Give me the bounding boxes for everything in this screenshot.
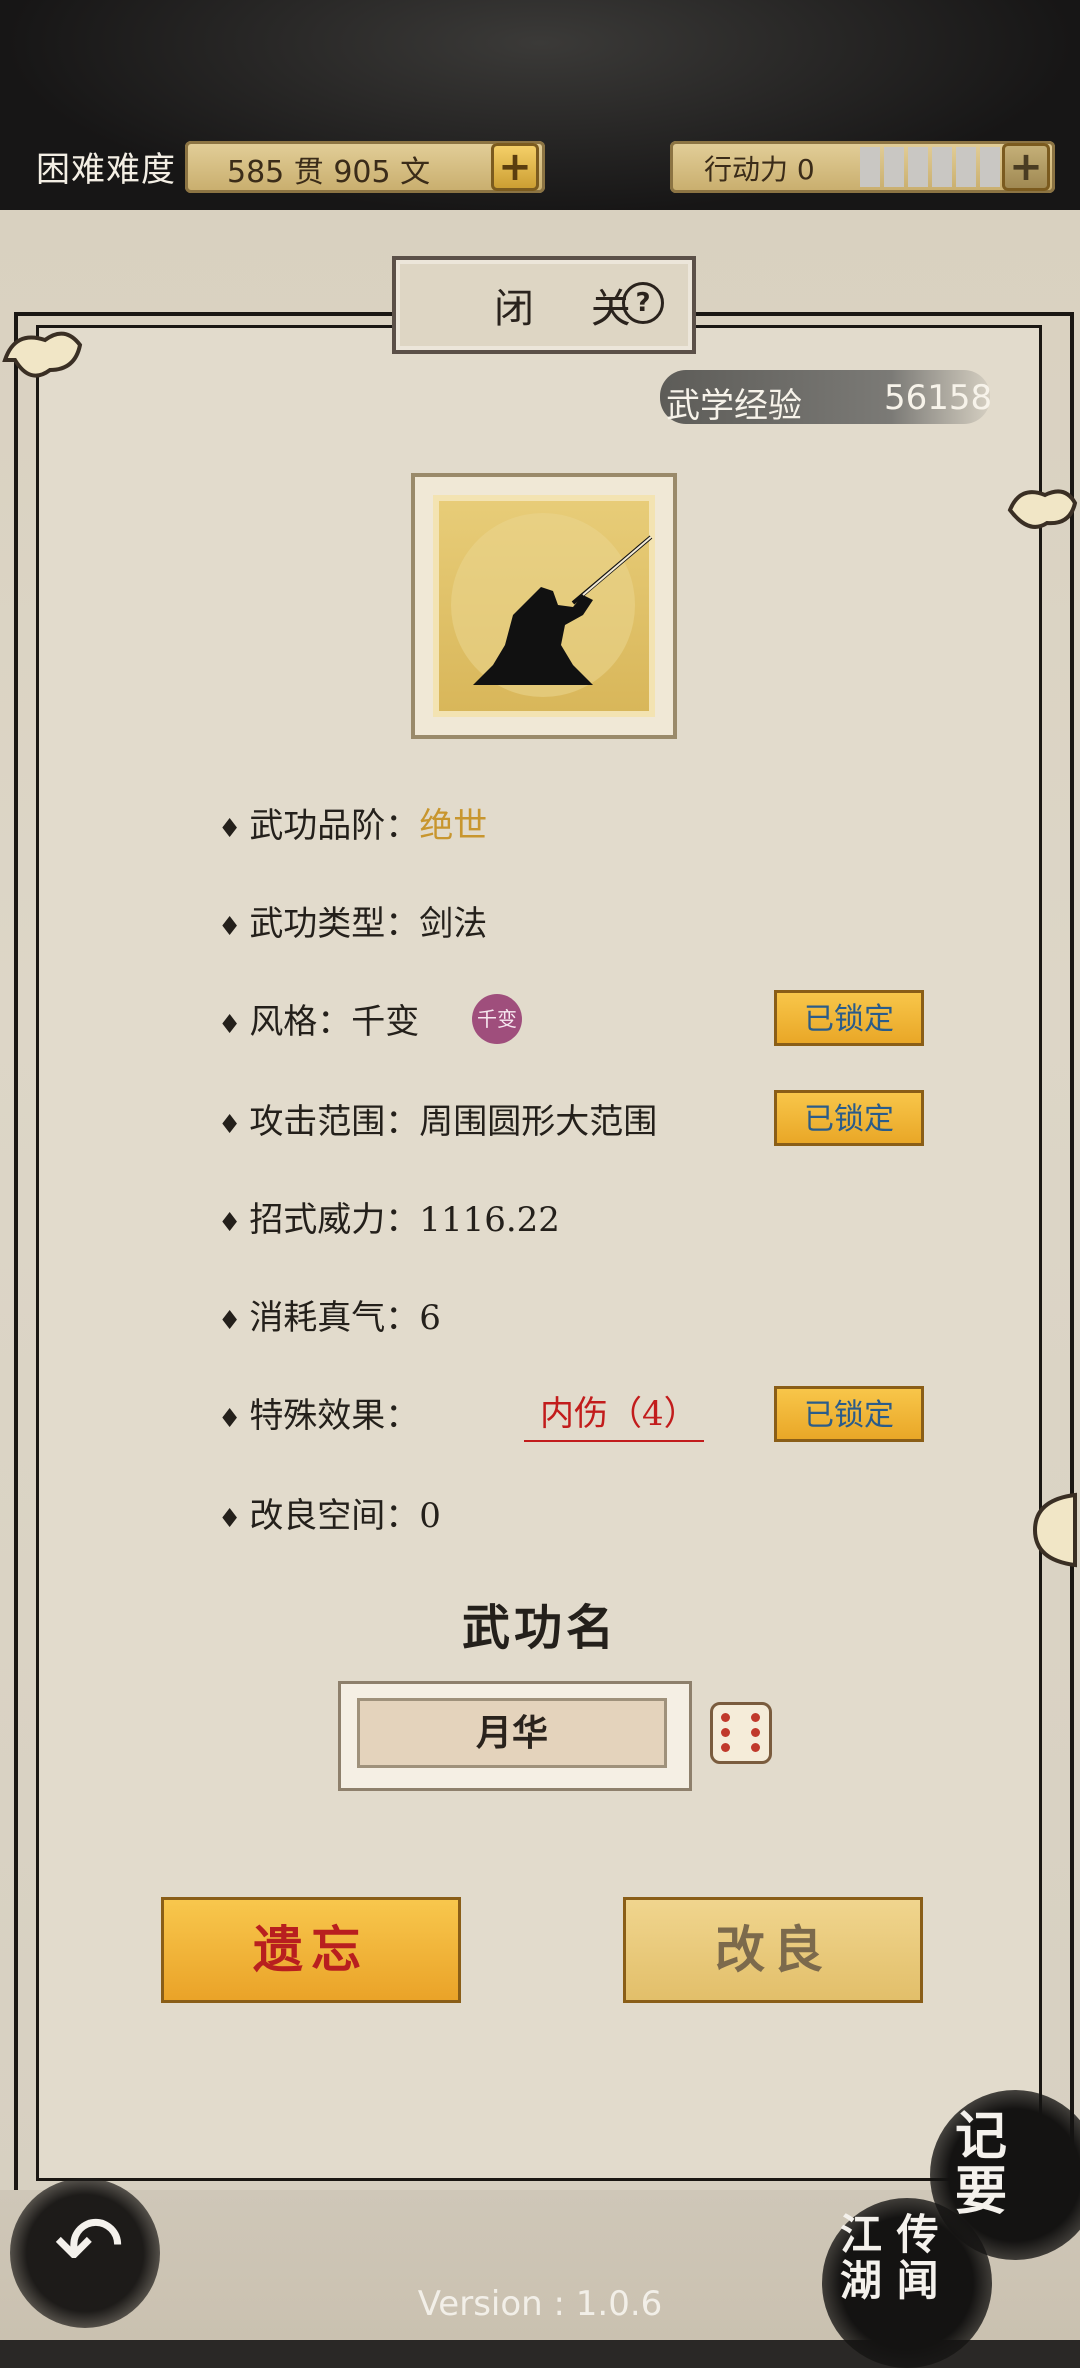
version-label: Version : 1.0.6 bbox=[417, 2284, 663, 2324]
stat-style-label: 风格：千变 bbox=[249, 1002, 420, 1042]
style-locked-button[interactable]: 已锁定 bbox=[774, 990, 924, 1046]
action-points-label: 行动力 0 bbox=[704, 153, 815, 186]
stat-power: ♦ 招式威力：1116.22 bbox=[218, 1192, 560, 1241]
action-point-segment bbox=[860, 147, 880, 187]
difficulty-label: 困难难度 bbox=[36, 150, 176, 190]
diamond-icon: ♦ bbox=[218, 912, 242, 942]
cloud-ornament-icon bbox=[1007, 489, 1078, 529]
page-title-tab: 闭 关 ? bbox=[392, 256, 696, 354]
stat-cost: ♦ 消耗真气：6 bbox=[218, 1290, 441, 1339]
skill-portrait bbox=[433, 495, 655, 717]
stat-improve-space: ♦ 改良空间：0 bbox=[218, 1488, 441, 1537]
skill-name-input[interactable]: 月华 bbox=[357, 1698, 667, 1768]
stat-type-label: 武功类型：剑法 bbox=[249, 904, 488, 944]
cloud-ornament-icon bbox=[1032, 1492, 1077, 1568]
action-points-display: 行动力 0 + bbox=[670, 141, 1055, 193]
stat-special-label: 特殊效果： bbox=[249, 1396, 420, 1436]
stat-type: ♦ 武功类型：剑法 bbox=[218, 896, 487, 945]
skill-portrait-frame bbox=[411, 473, 677, 739]
action-point-segment bbox=[956, 147, 976, 187]
swordsman-silhouette-icon bbox=[451, 513, 653, 697]
skill-name-title: 武功名 bbox=[461, 1600, 618, 1656]
stat-power-label: 招式威力：1116.22 bbox=[249, 1200, 560, 1240]
range-locked-button[interactable]: 已锁定 bbox=[774, 1090, 924, 1146]
martial-exp-label: 武学经验 bbox=[666, 386, 802, 426]
add-money-button[interactable]: + bbox=[491, 143, 539, 191]
add-action-points-button[interactable]: + bbox=[1002, 143, 1050, 191]
action-points-bar bbox=[860, 147, 1024, 187]
notes-button[interactable]: 记 要 bbox=[955, 2109, 1007, 2219]
action-point-segment bbox=[884, 147, 904, 187]
top-status-bar: 困难难度 585 贯 905 文 + 行动力 0 + bbox=[0, 0, 1080, 215]
action-point-segment bbox=[980, 147, 1000, 187]
special-locked-button[interactable]: 已锁定 bbox=[774, 1386, 924, 1442]
special-effect-underline bbox=[524, 1440, 704, 1442]
special-effect-value[interactable]: 内伤（4） bbox=[540, 1386, 698, 1435]
skill-name-frame: 月华 bbox=[338, 1681, 692, 1791]
money-text: 585 贯 905 文 bbox=[227, 155, 431, 190]
stat-style: ♦ 风格：千变 bbox=[218, 994, 419, 1043]
stat-cost-label: 消耗真气：6 bbox=[249, 1298, 441, 1338]
diamond-icon: ♦ bbox=[218, 1010, 242, 1040]
action-point-segment bbox=[908, 147, 928, 187]
stat-grade-label: 武功品阶： bbox=[249, 806, 420, 846]
help-icon[interactable]: ? bbox=[622, 282, 664, 324]
martial-exp-value: 56158 bbox=[884, 378, 993, 418]
random-name-dice-icon[interactable] bbox=[710, 1702, 772, 1764]
diamond-icon: ♦ bbox=[218, 1306, 242, 1336]
cloud-ornament-icon bbox=[2, 331, 83, 378]
stat-grade: ♦ 武功品阶：绝世 bbox=[218, 798, 487, 847]
forget-button[interactable]: 遗忘 bbox=[161, 1897, 461, 2003]
diamond-icon: ♦ bbox=[218, 1110, 242, 1140]
diamond-icon: ♦ bbox=[218, 1504, 242, 1534]
stat-grade-value: 绝世 bbox=[419, 806, 488, 846]
action-point-segment bbox=[932, 147, 952, 187]
improve-button[interactable]: 改良 bbox=[623, 1897, 923, 2003]
style-badge: 千变 bbox=[472, 994, 522, 1044]
stat-improve-space-label: 改良空间：0 bbox=[249, 1496, 441, 1536]
stat-special: ♦ 特殊效果： bbox=[218, 1388, 419, 1437]
stat-range-label: 攻击范围：周围圆形大范围 bbox=[249, 1102, 658, 1142]
diamond-icon: ♦ bbox=[218, 814, 242, 844]
money-display: 585 贯 905 文 + bbox=[185, 141, 545, 193]
martial-exp-display: 武学经验 56158 bbox=[660, 370, 993, 426]
stat-range: ♦ 攻击范围：周围圆形大范围 bbox=[218, 1094, 657, 1143]
diamond-icon: ♦ bbox=[218, 1404, 242, 1434]
back-arrow-icon: ↶ bbox=[54, 2197, 125, 2295]
diamond-icon: ♦ bbox=[218, 1208, 242, 1238]
